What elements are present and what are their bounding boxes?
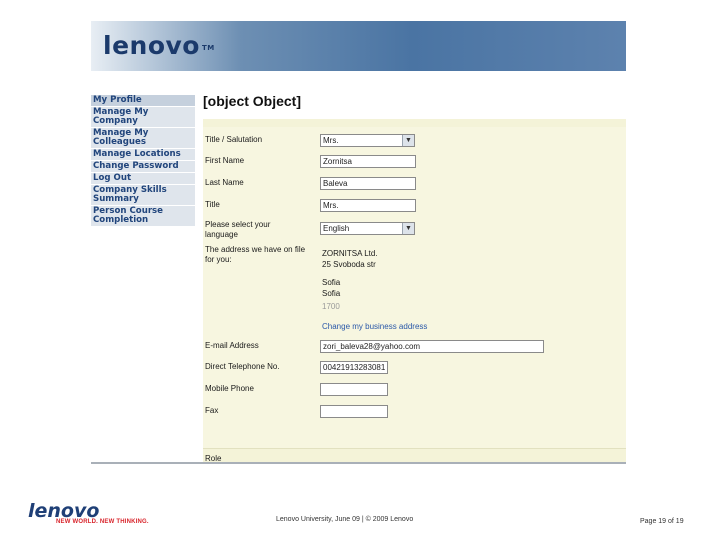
lenovo-logo: lenovo TM <box>103 31 215 60</box>
chevron-down-icon[interactable]: ▼ <box>402 223 414 234</box>
salutation-select[interactable]: Mrs. ▼ <box>320 134 415 147</box>
address-line-4: Sofia <box>322 289 341 298</box>
form-panel-footer <box>203 448 626 462</box>
mobile-input[interactable] <box>320 383 388 396</box>
address-line-2: 25 Svoboda str <box>322 260 376 269</box>
role-label: Role <box>205 454 222 463</box>
fax-input[interactable] <box>320 405 388 418</box>
email-label: E-mail Address <box>205 341 259 350</box>
sidebar-item-log-out[interactable]: Log Out <box>91 173 195 185</box>
last-name-label: Last Name <box>205 178 244 187</box>
salutation-label: Title / Salutation <box>205 135 263 144</box>
sidebar-item-manage-locations[interactable]: Manage Locations <box>91 149 195 161</box>
app-screenshot: lenovo TM My Profile Manage My Company Ma… <box>91 21 626 464</box>
address-label: The address we have on file for you: <box>205 245 306 264</box>
first-name-input[interactable]: Zornitsa <box>320 155 416 168</box>
last-name-input[interactable]: Baleva <box>320 177 416 190</box>
sidebar-item-manage-my-company[interactable]: Manage My Company <box>91 107 195 128</box>
sidebar-item-my-profile[interactable]: My Profile <box>91 95 195 107</box>
chevron-down-icon[interactable]: ▼ <box>402 135 414 146</box>
header-banner: lenovo TM <box>91 21 626 71</box>
footer-tagline: NEW WORLD. NEW THINKING. <box>56 519 149 525</box>
sidebar-item-change-password[interactable]: Change Password <box>91 161 195 173</box>
sidebar-item-company-skills-summary[interactable]: Company Skills Summary <box>91 185 195 206</box>
language-label: Please select your language <box>205 220 271 239</box>
language-select[interactable]: English ▼ <box>320 222 415 235</box>
email-input[interactable]: zori_baleva28@yahoo.com <box>320 340 544 353</box>
direct-phone-label: Direct Telephone No. <box>205 362 280 371</box>
address-line-3: Sofia <box>322 278 341 287</box>
first-name-label: First Name <box>205 156 245 165</box>
page-title: [object Object] <box>203 93 302 109</box>
title-label: Title <box>205 200 220 209</box>
slide: lenovo TM My Profile Manage My Company Ma… <box>0 0 720 540</box>
change-address-link[interactable]: Change my business address <box>322 322 427 332</box>
address-line-5: 1700 <box>322 302 340 311</box>
form-panel-header <box>203 119 626 127</box>
address-line-1: ZORNITSA Ltd. <box>322 249 378 258</box>
fax-label: Fax <box>205 406 219 415</box>
banner-strip <box>91 71 626 85</box>
direct-phone-input[interactable]: 00421913283081 <box>320 361 388 374</box>
sidebar-item-manage-my-colleagues[interactable]: Manage My Colleagues <box>91 128 195 149</box>
footer-copyright: Lenovo University, June 09 | © 2009 Leno… <box>276 516 414 523</box>
page-number: Page 19 of 19 <box>640 518 684 525</box>
title-input[interactable]: Mrs. <box>320 199 416 212</box>
sidebar-item-person-course-completion[interactable]: Person Course Completion <box>91 206 195 227</box>
sidebar-nav: My Profile Manage My Company Manage My C… <box>91 95 195 227</box>
mobile-label: Mobile Phone <box>205 384 254 393</box>
